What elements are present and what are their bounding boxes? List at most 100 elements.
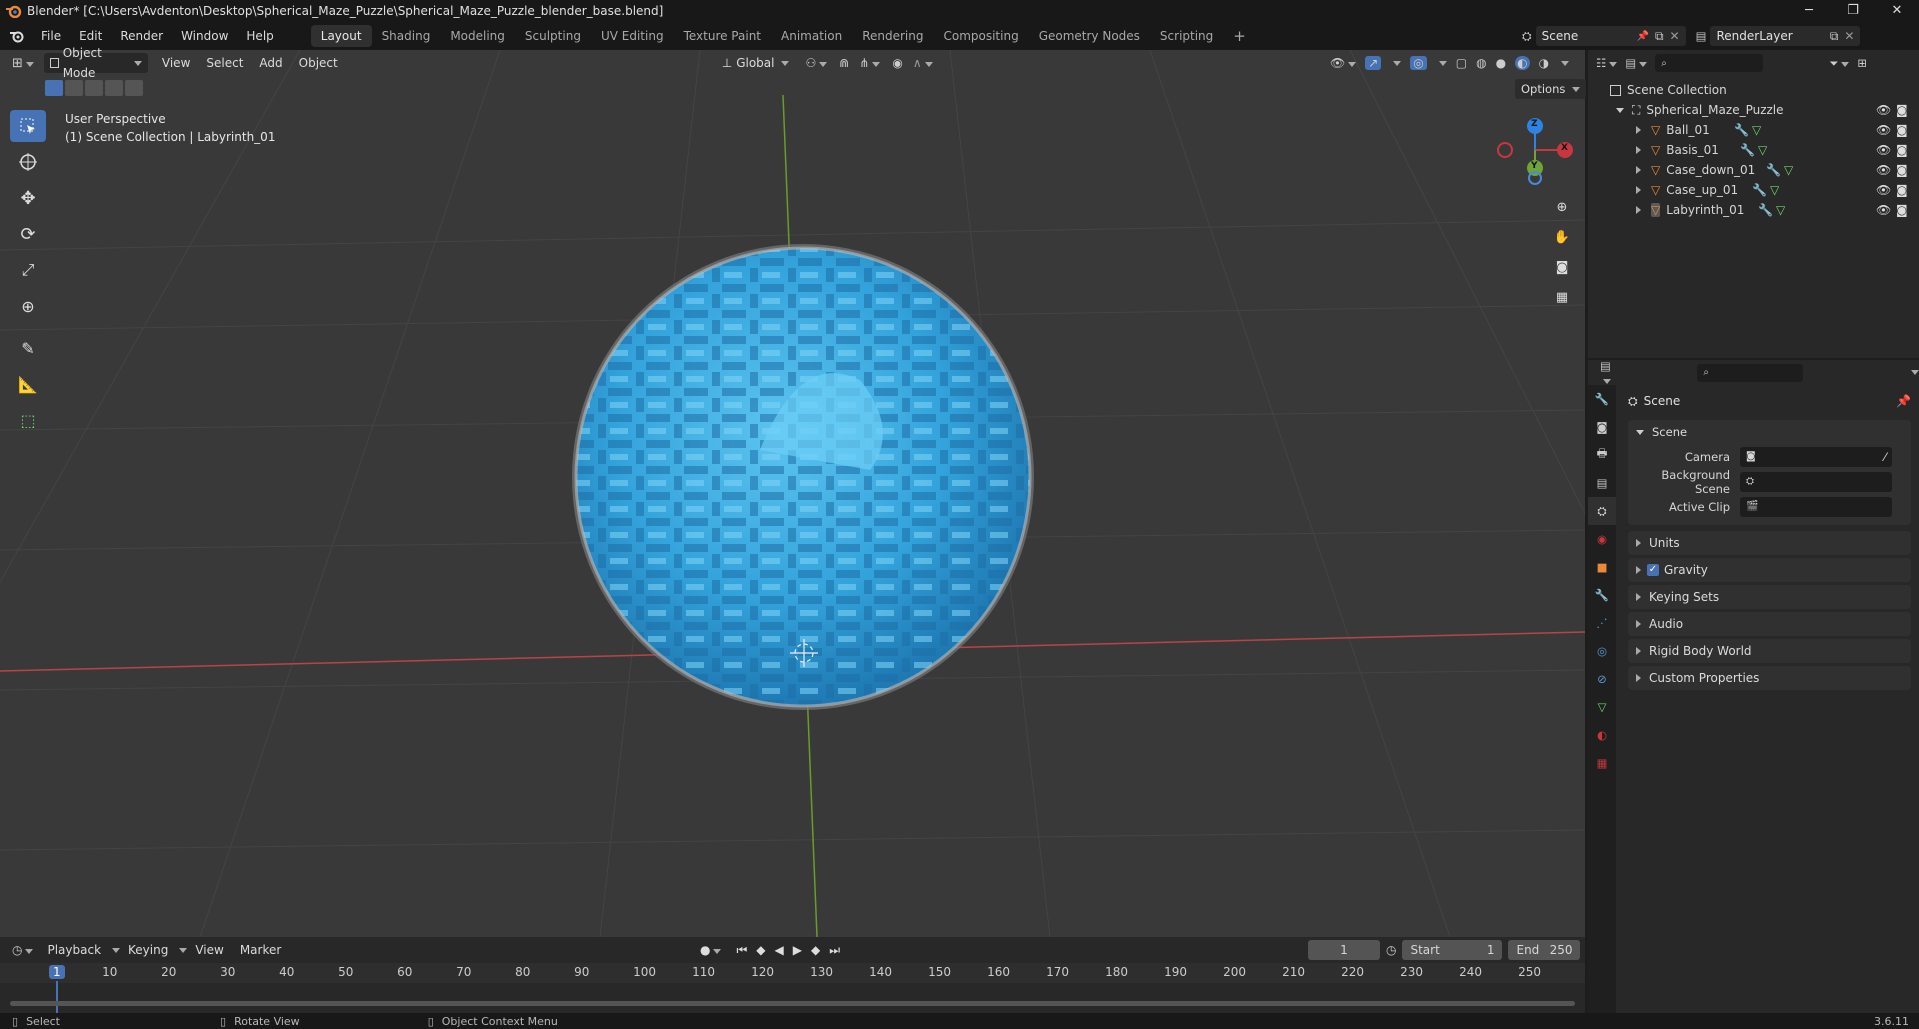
playhead-line[interactable] [56, 981, 58, 1017]
select-new-icon[interactable] [45, 80, 63, 96]
background-scene-field[interactable]: ⛭ [1740, 471, 1892, 492]
active-clip-field[interactable]: 🎬 [1740, 496, 1892, 517]
scene-icon[interactable]: ⛭ [1522, 29, 1532, 44]
modifier-tab-icon[interactable]: 🔧 [1588, 581, 1616, 609]
tab-animation[interactable]: Animation [771, 25, 852, 47]
cursor-tool[interactable] [10, 146, 46, 178]
output-tab-icon[interactable]: 🖶 [1588, 441, 1616, 469]
filter-icon[interactable]: ⏷ [1829, 56, 1850, 71]
visibility-eye-icon[interactable]: 👁 [1876, 203, 1891, 217]
falloff-icon[interactable]: ∧ [913, 56, 933, 70]
overlay-toggle-icon[interactable]: ◎ [1410, 56, 1427, 70]
scene-tab-icon[interactable]: ⛭ [1588, 497, 1616, 525]
visibility-eye-icon[interactable]: 👁 [1876, 183, 1891, 197]
render-camera-icon[interactable]: ◙ [1896, 143, 1908, 157]
rigid-body-world-panel[interactable]: Rigid Body World [1628, 639, 1911, 663]
render-tab-icon[interactable]: ◙ [1588, 413, 1616, 441]
render-camera-icon[interactable]: ◙ [1896, 123, 1908, 137]
prev-keyframe-icon[interactable]: ◆ [756, 943, 765, 957]
tab-geometry-nodes[interactable]: Geometry Nodes [1029, 25, 1150, 47]
visibility-eye-icon[interactable]: 👁 [1876, 163, 1891, 177]
world-tab-icon[interactable]: ◉ [1588, 525, 1616, 553]
measure-tool[interactable]: 📐 [10, 368, 46, 400]
move-tool[interactable]: ✥ [10, 182, 46, 214]
jump-start-icon[interactable]: ⏮ [736, 943, 747, 958]
zoom-icon[interactable]: ⊕ [1550, 195, 1574, 219]
tab-sculpting[interactable]: Sculpting [515, 25, 591, 47]
select-invert-icon[interactable] [105, 80, 123, 96]
pin-icon[interactable]: 📌 [1637, 31, 1649, 42]
constraints-tab-icon[interactable]: ⊘ [1588, 665, 1616, 693]
tab-scripting[interactable]: Scripting [1150, 25, 1223, 47]
expand-icon[interactable] [1636, 166, 1641, 174]
object-row-ball[interactable]: ▽ Ball_01 🔧 ▽ 👁 ◙ [1588, 120, 1919, 140]
visibility-icon[interactable]: 👁 [1330, 56, 1357, 70]
tool-tab-icon[interactable]: 🔧 [1588, 385, 1616, 413]
3d-viewport[interactable]: Z X Y User Perspective (1) Scene Collect… [0, 50, 1585, 937]
scale-tool[interactable]: ⤢ [10, 254, 46, 286]
outliner-search-input[interactable]: ⌕ [1655, 54, 1764, 72]
tab-layout[interactable]: Layout [310, 25, 372, 47]
render-camera-icon[interactable]: ◙ [1896, 163, 1908, 177]
ortho-toggle-icon[interactable]: ▦ [1550, 285, 1574, 309]
timeline-scrollbar[interactable] [10, 1001, 1575, 1006]
audio-panel[interactable]: Audio [1628, 612, 1911, 636]
render-camera-icon[interactable]: ◙ [1896, 103, 1908, 117]
modifier-wrench-icon[interactable]: 🔧 [1766, 163, 1781, 177]
solid-shading-icon[interactable]: ● [1496, 56, 1506, 70]
new-view-layer-icon[interactable]: ⧉ [1830, 29, 1839, 44]
delete-scene-icon[interactable]: ✕ [1670, 29, 1680, 43]
auto-key-icon[interactable]: ● [700, 943, 722, 957]
modifier-wrench-icon[interactable]: 🔧 [1752, 183, 1767, 197]
render-camera-icon[interactable]: ◙ [1896, 203, 1908, 217]
tab-uv-editing[interactable]: UV Editing [591, 25, 674, 47]
next-keyframe-icon[interactable]: ◆ [811, 943, 820, 957]
gizmo-y-label[interactable]: Y [1531, 161, 1538, 171]
tab-texture-paint[interactable]: Texture Paint [674, 25, 771, 47]
mesh-data-icon[interactable]: ▽ [1770, 183, 1779, 197]
add-cube-tool[interactable]: ⬚ [10, 404, 46, 436]
material-tab-icon[interactable]: ◐ [1588, 721, 1616, 749]
pan-hand-icon[interactable]: ✋ [1550, 225, 1574, 249]
gizmo-z-label[interactable]: Z [1531, 119, 1538, 129]
mesh-data-icon[interactable]: ▽ [1752, 123, 1761, 137]
play-reverse-icon[interactable]: ◀ [775, 943, 784, 957]
menu-window[interactable]: Window [172, 22, 237, 50]
tab-rendering[interactable]: Rendering [852, 25, 933, 47]
properties-editor-icon[interactable]: ▤ [1600, 359, 1621, 387]
modifier-wrench-icon[interactable]: 🔧 [1734, 123, 1749, 137]
scene-selector[interactable]: Scene 📌 ⧉ ✕ [1535, 26, 1686, 46]
current-frame-field[interactable]: 1 [1308, 940, 1380, 960]
rotate-tool[interactable]: ⟳ [10, 218, 46, 250]
blender-menu-icon[interactable] [8, 29, 26, 43]
gravity-panel[interactable]: ✓ Gravity [1628, 558, 1911, 582]
wireframe-shading-icon[interactable]: ◍ [1476, 56, 1486, 70]
view-layer-icon[interactable]: ▤ [1696, 29, 1707, 43]
gizmo-toggle-icon[interactable]: ↗ [1365, 56, 1382, 70]
start-frame-field[interactable]: Start 1 [1402, 940, 1503, 960]
camera-field[interactable]: ◙ ⁄ [1740, 446, 1892, 467]
particles-tab-icon[interactable]: ⋰ [1588, 609, 1616, 637]
maximize-button[interactable]: ❐ [1831, 0, 1875, 22]
expand-icon[interactable] [1636, 186, 1641, 194]
pin-icon[interactable]: 📌 [1896, 394, 1911, 408]
annotate-tool[interactable]: ✎ [10, 332, 46, 364]
object-row-case-up[interactable]: ▽ Case_up_01 🔧 ▽ 👁 ◙ [1588, 180, 1919, 200]
frame-ruler[interactable]: 1 10 20 30 40 50 60 70 80 90 100 110 120 130 140 150 160… [0, 963, 1585, 1017]
scene-section-header[interactable]: Scene [1628, 420, 1911, 444]
expand-icon[interactable] [1636, 126, 1641, 134]
display-mode-icon[interactable]: ▤ [1625, 56, 1648, 70]
xray-icon[interactable]: ▢ [1456, 56, 1467, 70]
select-box-tool[interactable] [10, 110, 46, 142]
options-button[interactable]: Options [1515, 79, 1587, 99]
object-row-case-down[interactable]: ▽ Case_down_01 🔧 ▽ 👁 ◙ [1588, 160, 1919, 180]
proportional-edit-icon[interactable]: ◉ [892, 56, 902, 70]
outliner-editor-icon[interactable]: ☷ [1596, 56, 1618, 70]
view-layer-selector[interactable]: RenderLayer ⧉ ✕ [1710, 26, 1861, 46]
visibility-eye-icon[interactable]: 👁 [1876, 103, 1891, 117]
mesh-data-icon[interactable]: ▽ [1758, 143, 1767, 157]
rendered-shading-icon[interactable]: ◑ [1539, 56, 1549, 70]
mode-selector[interactable]: Object Mode [43, 46, 148, 80]
add-workspace-button[interactable]: + [1223, 25, 1256, 47]
menu-view[interactable]: View [154, 56, 198, 70]
